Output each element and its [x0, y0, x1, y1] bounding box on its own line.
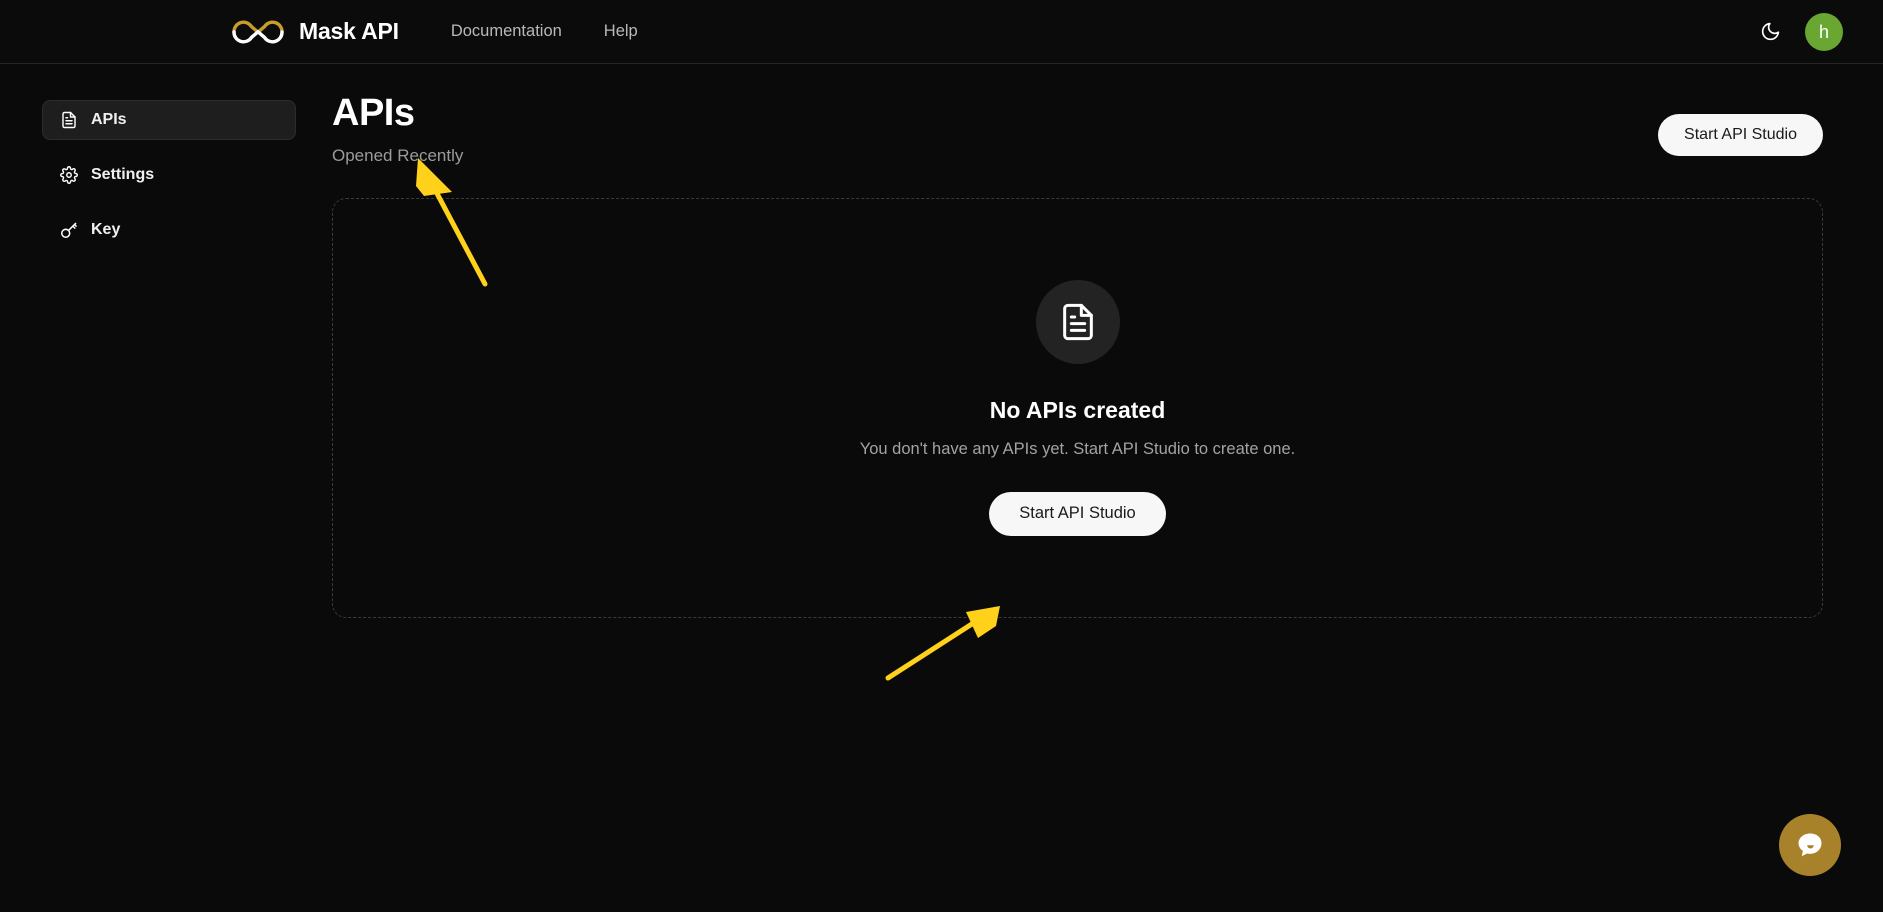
- nav-documentation[interactable]: Documentation: [451, 22, 562, 41]
- sidebar: APIs Settings Key: [0, 64, 320, 912]
- empty-state-description: You don't have any APIs yet. Start API S…: [859, 439, 1296, 458]
- page-header: APIs Opened Recently Start API Studio: [320, 92, 1823, 166]
- nav-help[interactable]: Help: [604, 22, 638, 41]
- empty-state-card: No APIs created You don't have any APIs …: [332, 197, 1823, 618]
- theme-toggle-button[interactable]: [1755, 17, 1785, 47]
- app-header: Mask API Documentation Help h: [0, 0, 1883, 64]
- moon-icon: [1761, 22, 1779, 41]
- sidebar-item-label: Key: [91, 221, 121, 238]
- sidebar-item-label: Settings: [91, 166, 155, 183]
- empty-state-icon-wrap: [1035, 279, 1120, 364]
- header-start-api-studio-button[interactable]: Start API Studio: [1658, 114, 1823, 156]
- chat-widget-button[interactable]: [1779, 814, 1841, 876]
- sidebar-item-label: APIs: [91, 111, 127, 128]
- brand-name: Mask API: [299, 18, 399, 44]
- infinity-logo-icon: [232, 20, 284, 43]
- key-icon: [59, 221, 78, 240]
- document-icon: [1062, 303, 1093, 340]
- brand-logo-link[interactable]: Mask API: [230, 17, 399, 47]
- gear-icon: [59, 166, 78, 185]
- user-avatar[interactable]: h: [1805, 12, 1843, 51]
- sidebar-item-apis[interactable]: APIs: [42, 100, 296, 140]
- chat-bubble-icon: [1798, 833, 1822, 857]
- app-body: APIs Settings Key APIs Opened Recently S…: [0, 64, 1883, 912]
- sidebar-item-key[interactable]: Key: [42, 210, 296, 250]
- page-subtitle: Opened Recently: [332, 145, 464, 165]
- empty-state-title: No APIs created: [989, 396, 1166, 423]
- empty-state-start-api-studio-button[interactable]: Start API Studio: [989, 491, 1166, 536]
- header-nav: Documentation Help: [451, 22, 638, 41]
- header-actions: h: [1755, 12, 1843, 51]
- document-icon: [59, 111, 78, 130]
- page-titles: APIs Opened Recently: [332, 92, 463, 166]
- page-title: APIs: [332, 92, 415, 134]
- main-content: APIs Opened Recently Start API Studio No…: [320, 64, 1883, 912]
- sidebar-item-settings[interactable]: Settings: [42, 155, 296, 195]
